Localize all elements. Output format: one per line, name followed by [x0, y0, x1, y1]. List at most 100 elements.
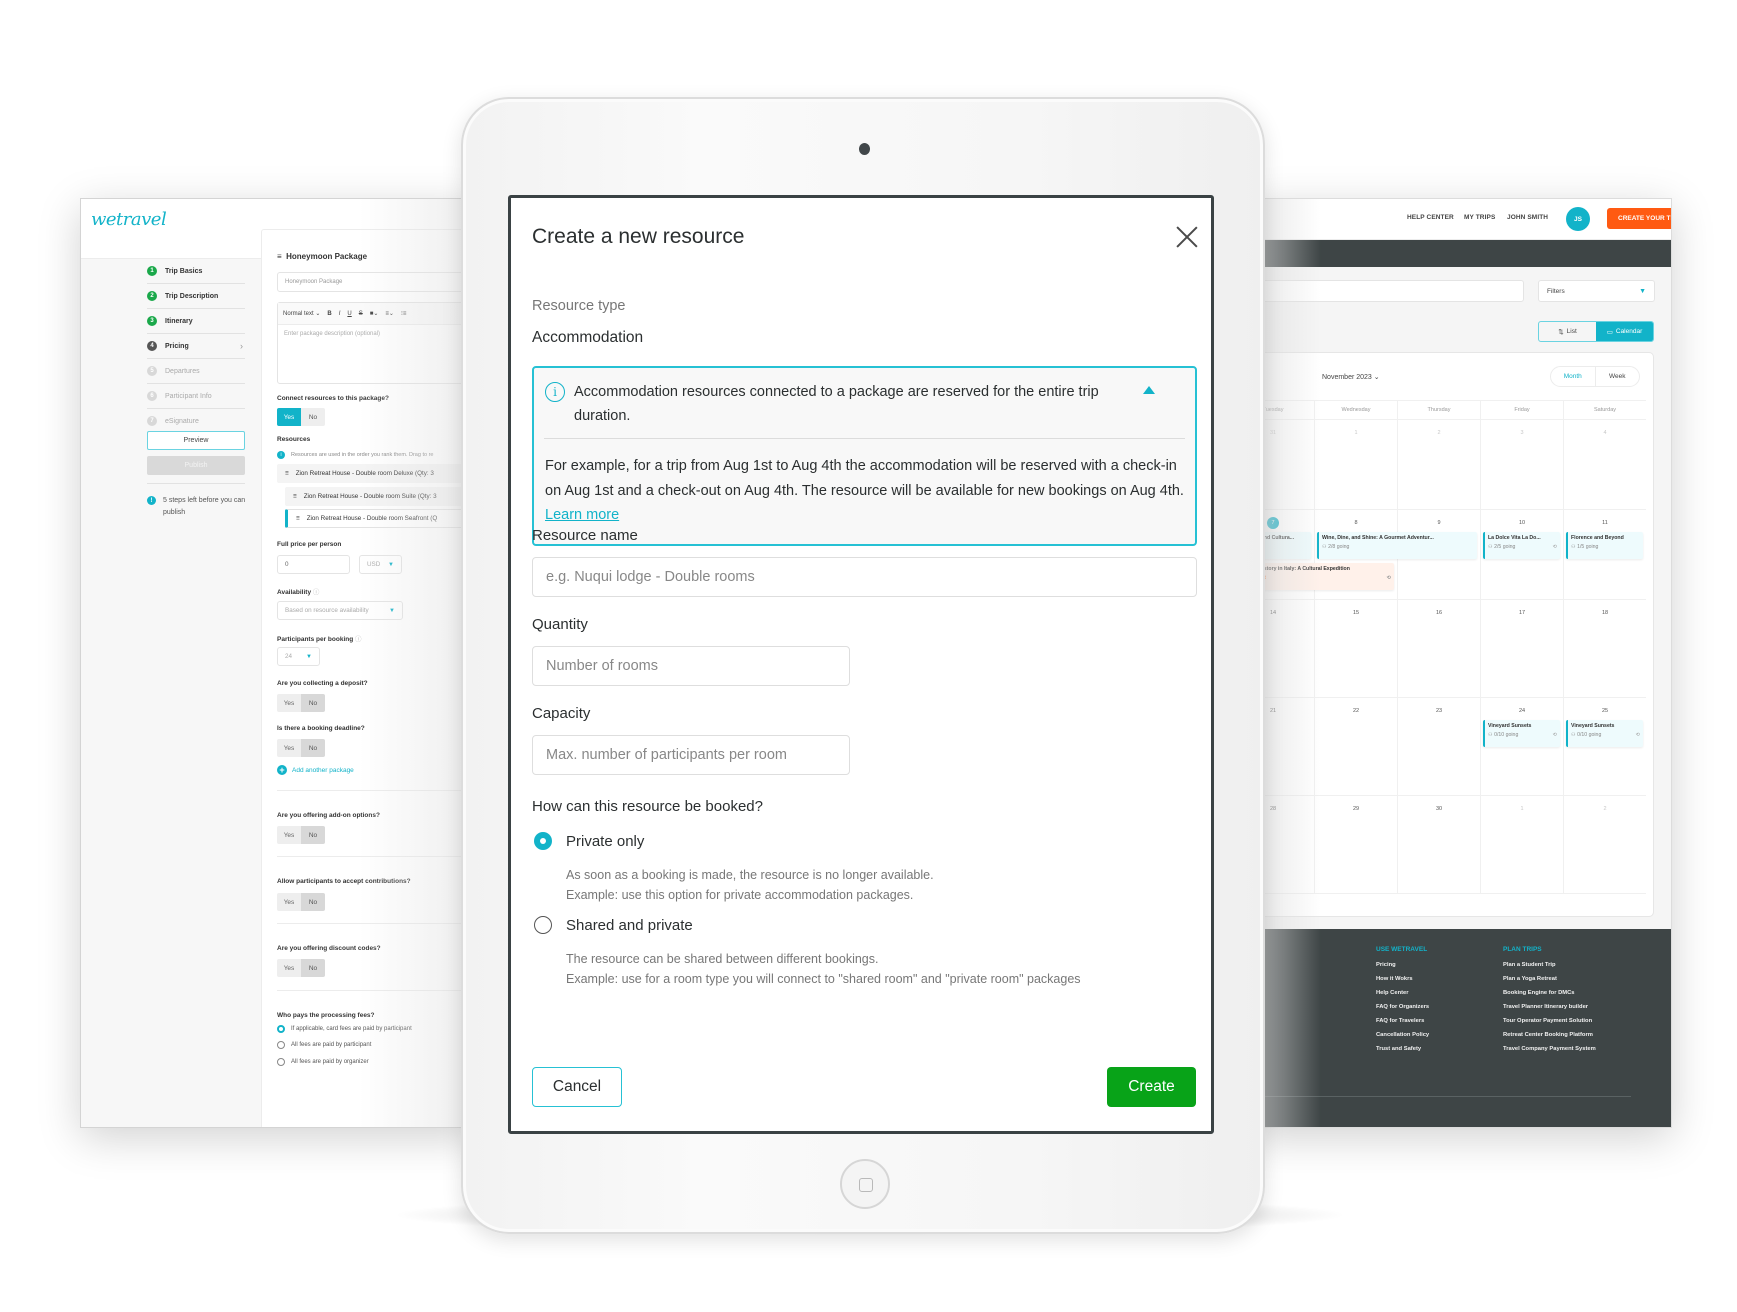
resource-item[interactable]: ≡ Zion Retreat House - Double room Deluxe…	[277, 464, 479, 483]
yes-option[interactable]: Yes	[277, 694, 301, 712]
calendar-day[interactable]: 2	[1397, 420, 1480, 509]
strikethrough-icon[interactable]: S	[359, 311, 363, 317]
footer-link[interactable]: Tour Operator Payment Solution	[1503, 1018, 1596, 1024]
price-input[interactable]: 0	[277, 555, 350, 574]
calendar-day[interactable]: 29	[1314, 796, 1397, 893]
calendar-day[interactable]: 1	[1314, 420, 1397, 509]
capacity-input[interactable]	[532, 735, 850, 775]
calendar-day[interactable]: 1	[1480, 796, 1563, 893]
close-icon[interactable]	[1176, 226, 1198, 248]
calendar-day[interactable]: 2	[1563, 796, 1646, 893]
drag-handle-icon[interactable]: ≡	[293, 493, 297, 500]
calendar-day[interactable]: 22	[1314, 698, 1397, 795]
bold-icon[interactable]: B	[327, 311, 331, 317]
package-description-editor[interactable]: Normal text ⌄ B I U S ■⌄ ≡⌄ ⁝≡ Enter pac…	[277, 302, 479, 384]
calendar-day[interactable]: 23	[1397, 698, 1480, 795]
yes-option[interactable]: Yes	[277, 739, 301, 757]
footer-link[interactable]: Trust and Safety	[1376, 1046, 1429, 1052]
step-pricing[interactable]: 4 Pricing ›	[147, 334, 245, 359]
cancel-button[interactable]: Cancel	[532, 1067, 622, 1107]
fees-option[interactable]: If applicable, card fees are paid by par…	[277, 1025, 412, 1033]
footer-link[interactable]: Cancellation Policy	[1376, 1032, 1429, 1038]
addon-toggle[interactable]: Yes No	[277, 826, 325, 844]
resource-name-input[interactable]	[532, 557, 1197, 597]
step-participant-info[interactable]: 6 Participant Info	[147, 384, 245, 409]
calendar-day[interactable]: 18	[1563, 600, 1646, 697]
booking-option-private-only[interactable]: Private only	[532, 832, 644, 850]
connect-resources-toggle[interactable]: Yes No	[277, 408, 325, 426]
text-color-icon[interactable]: ■⌄	[370, 310, 379, 317]
event-card[interactable]: Vineyard Sunsets ⚇ 0/10 going ⟲	[1483, 720, 1560, 747]
month-selector[interactable]: November 2023 ⌄	[1322, 373, 1380, 381]
event-card[interactable]: Florence and Beyond ⚇ 1/5 going	[1566, 532, 1643, 559]
package-name-input[interactable]: Honeymoon Package	[277, 272, 479, 292]
footer-link[interactable]: Plan a Yoga Retreat	[1503, 976, 1596, 982]
quantity-input[interactable]	[532, 646, 850, 686]
filters-dropdown[interactable]: Filters ▼	[1538, 280, 1655, 302]
calendar-day[interactable]: 17	[1480, 600, 1563, 697]
deadline-toggle[interactable]: Yes No	[277, 739, 325, 757]
fees-option[interactable]: All fees are paid by organizer	[277, 1058, 369, 1066]
event-card-sold-out[interactable]: Art and History in Italy: A Cultural Exp…	[1252, 563, 1394, 590]
publish-button[interactable]: Publish	[147, 456, 245, 475]
footer-link[interactable]: Pricing	[1376, 962, 1429, 968]
yes-option[interactable]: Yes	[277, 893, 301, 911]
list-icon[interactable]: ⁝≡	[401, 310, 406, 317]
deposit-toggle[interactable]: Yes No	[277, 694, 325, 712]
no-option[interactable]: No	[301, 826, 325, 844]
drag-handle-icon[interactable]: ≡	[277, 252, 286, 261]
footer-link[interactable]: Travel Company Payment System	[1503, 1046, 1596, 1052]
no-option[interactable]: No	[301, 893, 325, 911]
add-package-button[interactable]: + Add another package	[277, 765, 354, 775]
radio-selected[interactable]	[534, 832, 552, 850]
nav-my-trips[interactable]: MY TRIPS	[1464, 214, 1495, 221]
drag-handle-icon[interactable]: ≡	[285, 470, 289, 477]
no-option[interactable]: No	[301, 739, 325, 757]
fees-option[interactable]: All fees are paid by participant	[277, 1041, 371, 1049]
currency-select[interactable]: USD ▼	[359, 555, 402, 574]
drag-handle-icon[interactable]: ≡	[296, 515, 300, 522]
list-view-button[interactable]: ⇅ List	[1539, 322, 1596, 341]
calendar-day[interactable]: 4	[1563, 420, 1646, 509]
home-button[interactable]	[840, 1159, 890, 1209]
calendar-day[interactable]: 16	[1397, 600, 1480, 697]
no-option[interactable]: No	[301, 694, 325, 712]
text-style-dropdown[interactable]: Normal text ⌄	[283, 310, 320, 317]
calendar-day[interactable]: 3	[1480, 420, 1563, 509]
wetravel-logo[interactable]: wetravel	[91, 209, 167, 230]
booking-option-shared-and-private[interactable]: Shared and private	[532, 916, 693, 934]
no-option[interactable]: No	[301, 959, 325, 977]
nav-user-name[interactable]: JOHN SMITH	[1507, 214, 1548, 221]
step-trip-description[interactable]: 2 Trip Description	[147, 284, 245, 309]
discount-toggle[interactable]: Yes No	[277, 959, 325, 977]
learn-more-link[interactable]: Learn more	[545, 507, 619, 523]
footer-link[interactable]: Booking Engine for DMCs	[1503, 990, 1596, 996]
participants-select[interactable]: 24 ▼	[277, 647, 320, 666]
step-itinerary[interactable]: 3 Itinerary	[147, 309, 245, 334]
radio[interactable]	[277, 1041, 285, 1049]
footer-link[interactable]: Retreat Center Booking Platform	[1503, 1032, 1596, 1038]
align-icon[interactable]: ≡⌄	[385, 310, 394, 317]
footer-link[interactable]: Plan a Student Trip	[1503, 962, 1596, 968]
yes-option[interactable]: Yes	[277, 959, 301, 977]
underline-icon[interactable]: U	[347, 311, 351, 317]
resource-item[interactable]: ≡ Zion Retreat House - Double room Suite …	[285, 487, 479, 506]
contributions-toggle[interactable]: Yes No	[277, 893, 325, 911]
event-card[interactable]: Wine, Dine, and Shine: A Gourmet Adventu…	[1317, 532, 1477, 559]
radio[interactable]	[277, 1058, 285, 1066]
calendar-view-button[interactable]: ▭ Calendar	[1596, 322, 1653, 341]
calendar-day[interactable]: 15	[1314, 600, 1397, 697]
footer-link[interactable]: FAQ for Travelers	[1376, 1018, 1429, 1024]
no-option[interactable]: No	[301, 408, 325, 426]
resource-item[interactable]: ≡ Zion Retreat House - Double room Seafro…	[285, 509, 479, 528]
step-departures[interactable]: 5 Departures	[147, 359, 245, 384]
footer-link[interactable]: Help Center	[1376, 990, 1429, 996]
availability-select[interactable]: Based on resource availability ▼	[277, 601, 403, 620]
yes-option[interactable]: Yes	[277, 408, 301, 426]
italic-icon[interactable]: I	[339, 311, 341, 317]
nav-help-center[interactable]: HELP CENTER	[1407, 214, 1454, 221]
create-trip-button[interactable]: CREATE YOUR TRIP	[1607, 208, 1671, 229]
week-button[interactable]: Week	[1594, 367, 1640, 386]
calendar-day[interactable]: 30	[1397, 796, 1480, 893]
info-icon[interactable]: ⓘ	[355, 636, 362, 643]
